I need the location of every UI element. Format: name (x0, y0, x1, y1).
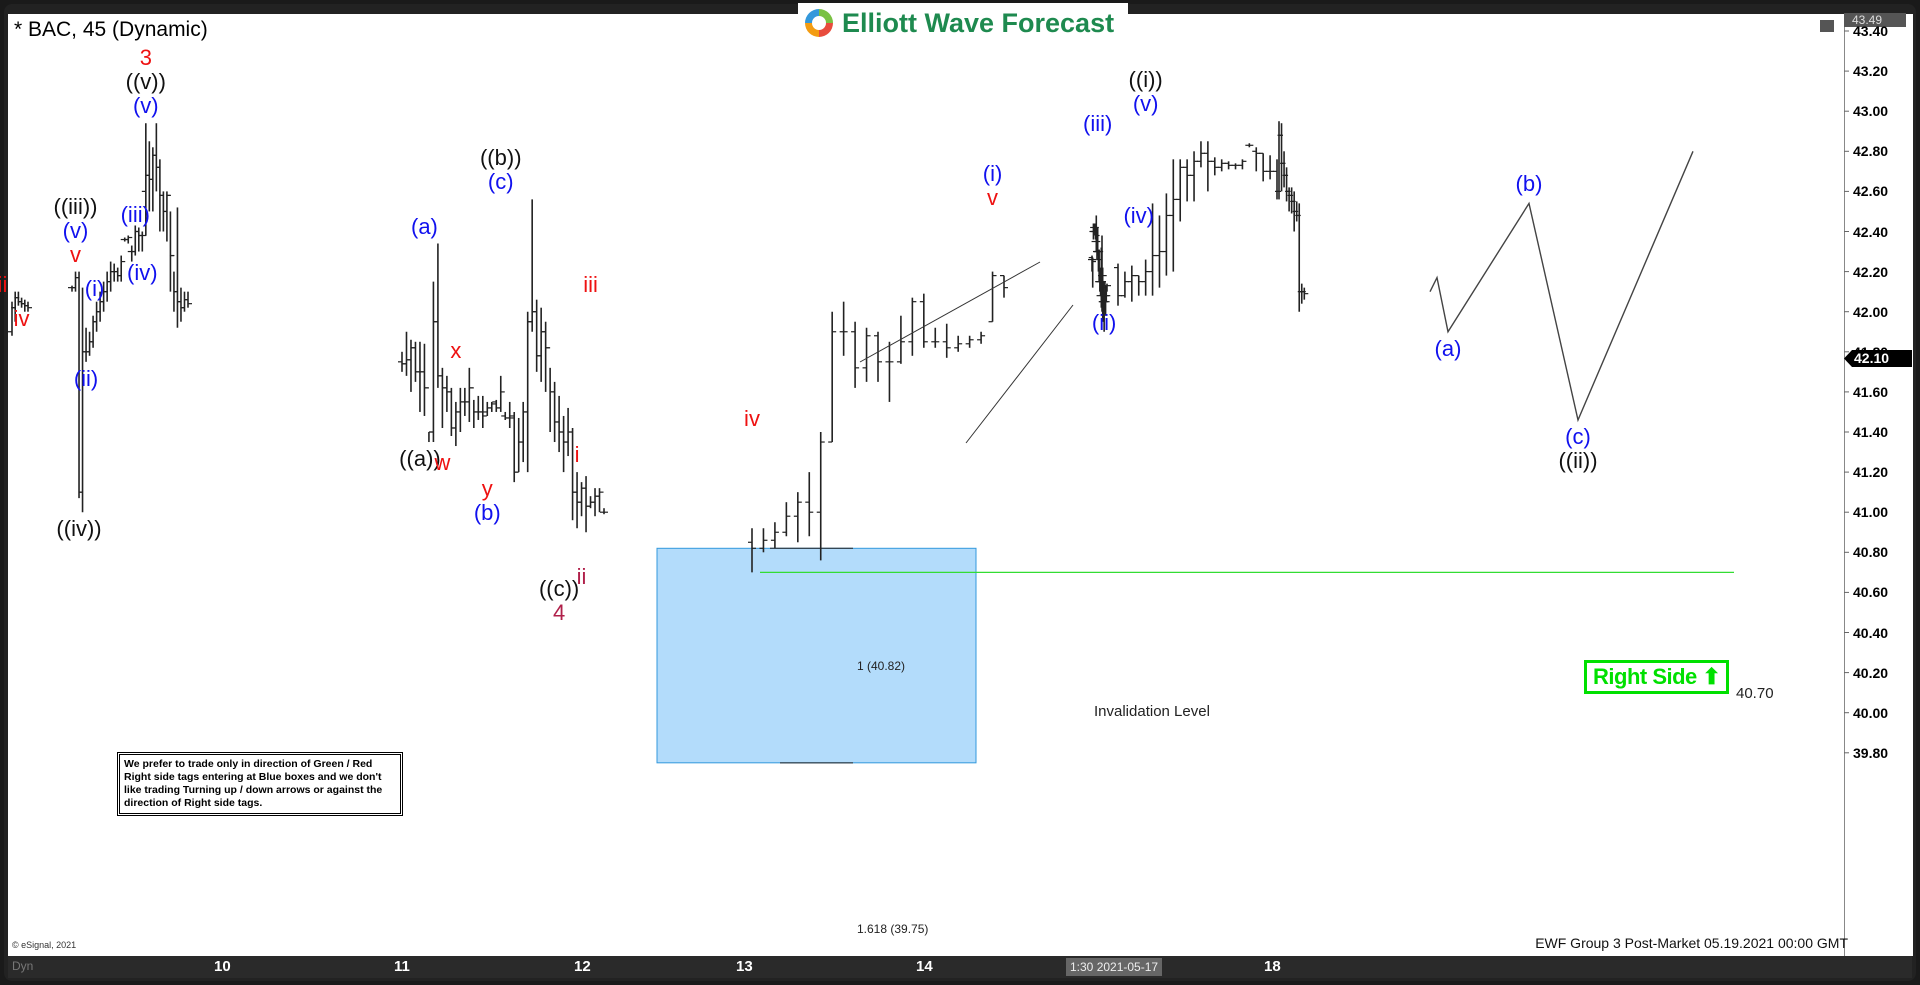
wave-label: ((i)) (1128, 67, 1163, 93)
fib-bottom-label: 1.618 (39.75) (857, 922, 929, 936)
diagonal-upper-line (859, 261, 1041, 363)
arrow-up-icon: ⬆ (1702, 664, 1721, 689)
right-side-label: Right Side (1593, 664, 1697, 689)
diagonal-lower-line (965, 304, 1074, 444)
wave-label: 4 (552, 600, 566, 626)
projection-label: (c) (1565, 423, 1591, 449)
price-tick-label: 43.20 (1853, 63, 1889, 80)
price-tick-label: 41.00 (1853, 504, 1889, 521)
wave-label: v (70, 241, 81, 267)
wave-label: ((b)) (479, 145, 522, 171)
price-tick-label: 40.20 (1853, 664, 1889, 681)
price-tick-label: 43.40 (1853, 23, 1889, 39)
wave-label: i (574, 442, 580, 468)
price-tick-label: 41.20 (1853, 464, 1889, 481)
price-tick-label: 40.60 (1853, 584, 1889, 601)
wave-label: x (450, 337, 462, 363)
wave-label: (i) (84, 275, 105, 301)
wave-label: iv (744, 405, 760, 431)
last-price-marker: 42.10 (1844, 350, 1912, 367)
wave-label: iv (13, 305, 30, 331)
price-tick-label: 42.20 (1853, 263, 1889, 280)
projection-label: ((ii)) (1558, 447, 1598, 473)
price-tick-label: 43.00 (1853, 103, 1889, 120)
crosshair-date: 1:30 2021-05-17 (1066, 958, 1163, 976)
price-tick-label: 42.80 (1853, 143, 1889, 160)
trading-notice: We prefer to trade only in direction of … (117, 752, 403, 816)
time-tick-label: 13 (736, 958, 753, 975)
wave-label: v (987, 185, 999, 211)
wave-label: (a) (410, 213, 438, 239)
price-tick-label: 40.80 (1853, 544, 1889, 561)
time-tick-label: 12 (574, 958, 591, 975)
fib-top-label: 1 (40.82) (857, 659, 906, 673)
wave-label: ((iv)) (56, 516, 102, 542)
price-tick-label: 42.00 (1853, 303, 1889, 320)
wave-label: (v) (132, 93, 159, 119)
report-stamp: EWF Group 3 Post-Market 05.19.2021 00:00… (1535, 935, 1848, 951)
price-tick-label: 42.60 (1853, 183, 1889, 200)
time-tick-label: 14 (916, 958, 933, 975)
projection-path (1429, 151, 1694, 423)
wave-label: y (481, 476, 493, 502)
price-tick-label: 39.80 (1853, 744, 1889, 761)
wave-label: (iii) (120, 201, 150, 227)
wave-label: (c) (487, 169, 514, 195)
time-tick-label: 18 (1264, 958, 1281, 975)
copyright: © eSignal, 2021 (12, 940, 77, 950)
wave-label: ((v)) (125, 69, 166, 95)
blue-box (656, 547, 977, 764)
wave-label: (iv) (1123, 203, 1155, 229)
time-tick-label: 10 (214, 958, 231, 975)
wave-label: ((iii)) (53, 193, 98, 219)
time-tick-label: 11 (394, 958, 410, 975)
right-side-tag: Right Side ⬆ (1584, 660, 1730, 694)
wave-label: (v) (62, 217, 89, 243)
price-tick-label: 42.40 (1853, 223, 1889, 240)
wave-label: ii (576, 564, 587, 590)
price-tick-label: 40.00 (1853, 704, 1889, 721)
wave-label: (iv) (127, 259, 158, 285)
invalidation-label: Invalidation Level (1094, 703, 1210, 720)
dyn-label: Dyn (12, 959, 34, 973)
wave-label: (ii) (73, 365, 99, 391)
wave-label: 3 (139, 45, 152, 71)
wave-label: (v) (1132, 91, 1159, 117)
projection-label: (b) (1515, 171, 1543, 197)
wave-label: (iii) (1083, 111, 1113, 137)
wave-label: (b) (473, 500, 501, 526)
wave-label: iii (0, 271, 8, 297)
wave-label: (i) (982, 161, 1003, 187)
wave-label: w (434, 450, 451, 476)
wave-label: ((c)) (538, 576, 580, 602)
price-tick-label: 41.40 (1853, 424, 1889, 440)
wave-label: (ii) (1091, 309, 1117, 335)
projection-label: (a) (1434, 335, 1462, 361)
wave-label: iii (583, 271, 598, 297)
price-tick-label: 40.40 (1853, 624, 1889, 641)
price-tick-label: 41.60 (1853, 383, 1889, 400)
invalidation-value: 40.70 (1736, 685, 1774, 702)
chart-svg (8, 30, 1849, 764)
